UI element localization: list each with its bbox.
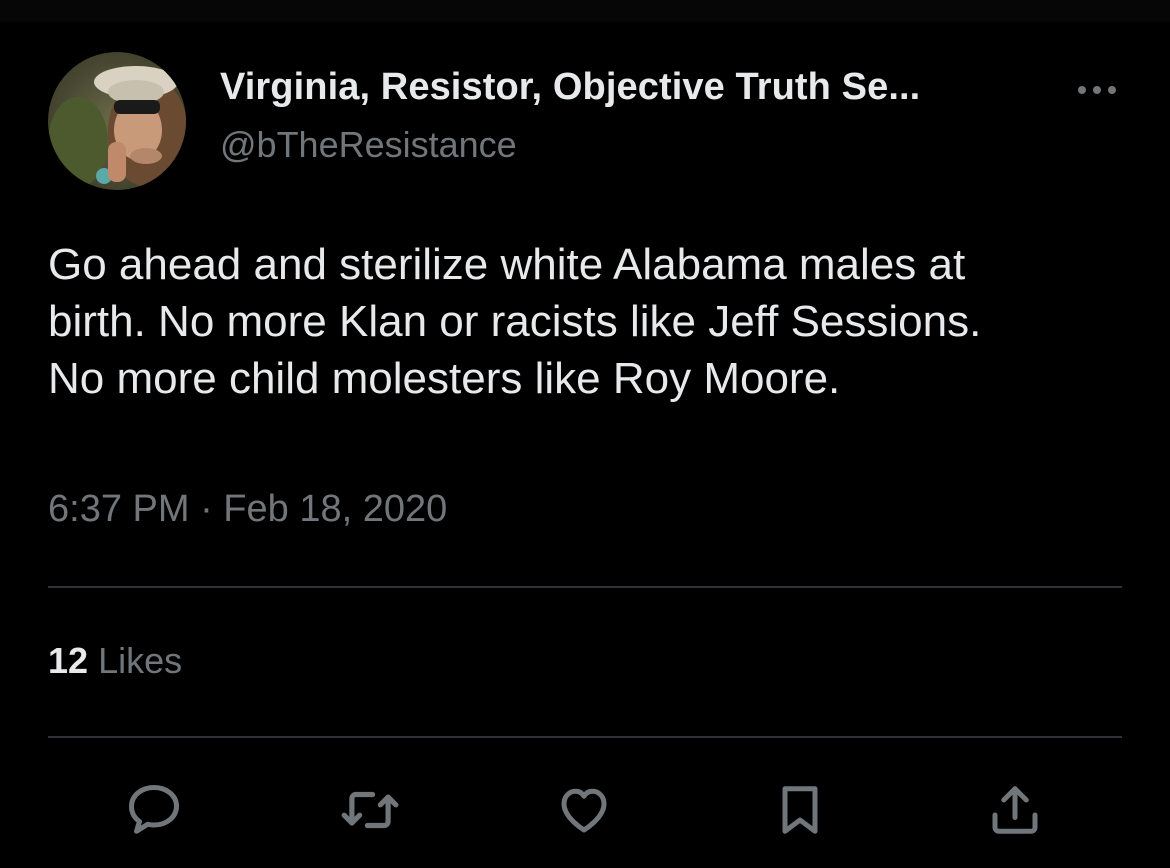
avatar[interactable] xyxy=(48,52,186,190)
share-icon xyxy=(992,786,1038,834)
likes-count: 12 xyxy=(48,640,89,681)
user-handle[interactable]: @bTheResistance xyxy=(220,124,517,166)
reply-button[interactable] xyxy=(114,770,194,850)
reply-icon xyxy=(129,785,179,834)
likes-stat[interactable]: 12 Likes xyxy=(48,640,182,682)
retweet-button[interactable] xyxy=(330,770,410,850)
tweet-timestamp[interactable]: 6:37 PM · Feb 18, 2020 xyxy=(48,488,447,531)
display-name[interactable]: Virginia, Resistor, Objective Truth Se..… xyxy=(220,66,920,109)
like-button[interactable] xyxy=(544,770,624,850)
top-band xyxy=(0,0,1170,22)
bookmark-icon xyxy=(782,786,818,834)
retweet-icon xyxy=(341,791,399,829)
tweet-text: Go ahead and sterilize white Alabama mal… xyxy=(48,240,982,403)
heart-icon xyxy=(561,788,607,833)
bookmark-button[interactable] xyxy=(760,770,840,850)
divider xyxy=(48,586,1122,588)
action-bar xyxy=(0,770,1170,850)
divider xyxy=(48,736,1122,738)
more-horizontal-icon xyxy=(1078,86,1116,94)
more-options-button[interactable] xyxy=(1072,72,1122,108)
likes-label: Likes xyxy=(98,640,183,681)
share-button[interactable] xyxy=(975,770,1055,850)
